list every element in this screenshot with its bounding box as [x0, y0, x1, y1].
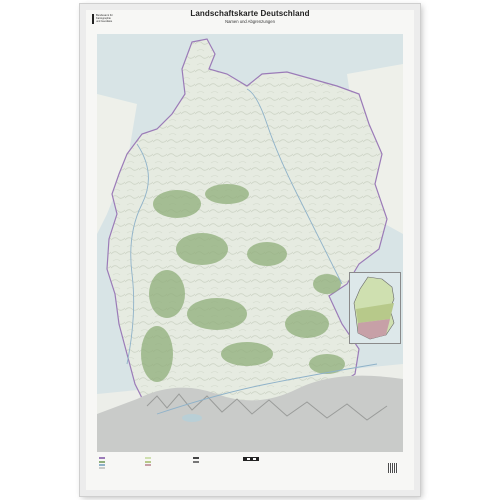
map-subtitle: Namen und Abgrenzungen	[225, 19, 275, 24]
legend-swatch	[99, 463, 105, 466]
legend-column	[145, 457, 153, 467]
map-title: Landschaftskarte Deutschland	[190, 9, 310, 18]
legend-column	[193, 457, 201, 463]
map-svg	[97, 34, 403, 452]
legend-swatch	[193, 457, 199, 460]
qr-code-icon	[388, 463, 398, 473]
lake	[182, 414, 202, 422]
legend-swatch	[145, 460, 151, 463]
legend-swatch	[145, 457, 151, 460]
legend-swatch	[99, 460, 105, 463]
legend-column	[99, 457, 107, 470]
overview-inset-map	[349, 272, 401, 344]
legend-swatch	[145, 463, 151, 466]
legend-swatch	[193, 460, 199, 463]
germany-relief-map	[97, 34, 403, 452]
inset-svg	[353, 276, 395, 340]
legend-swatch	[99, 466, 105, 469]
legend-swatch	[99, 457, 105, 460]
scale-bar	[243, 457, 259, 461]
